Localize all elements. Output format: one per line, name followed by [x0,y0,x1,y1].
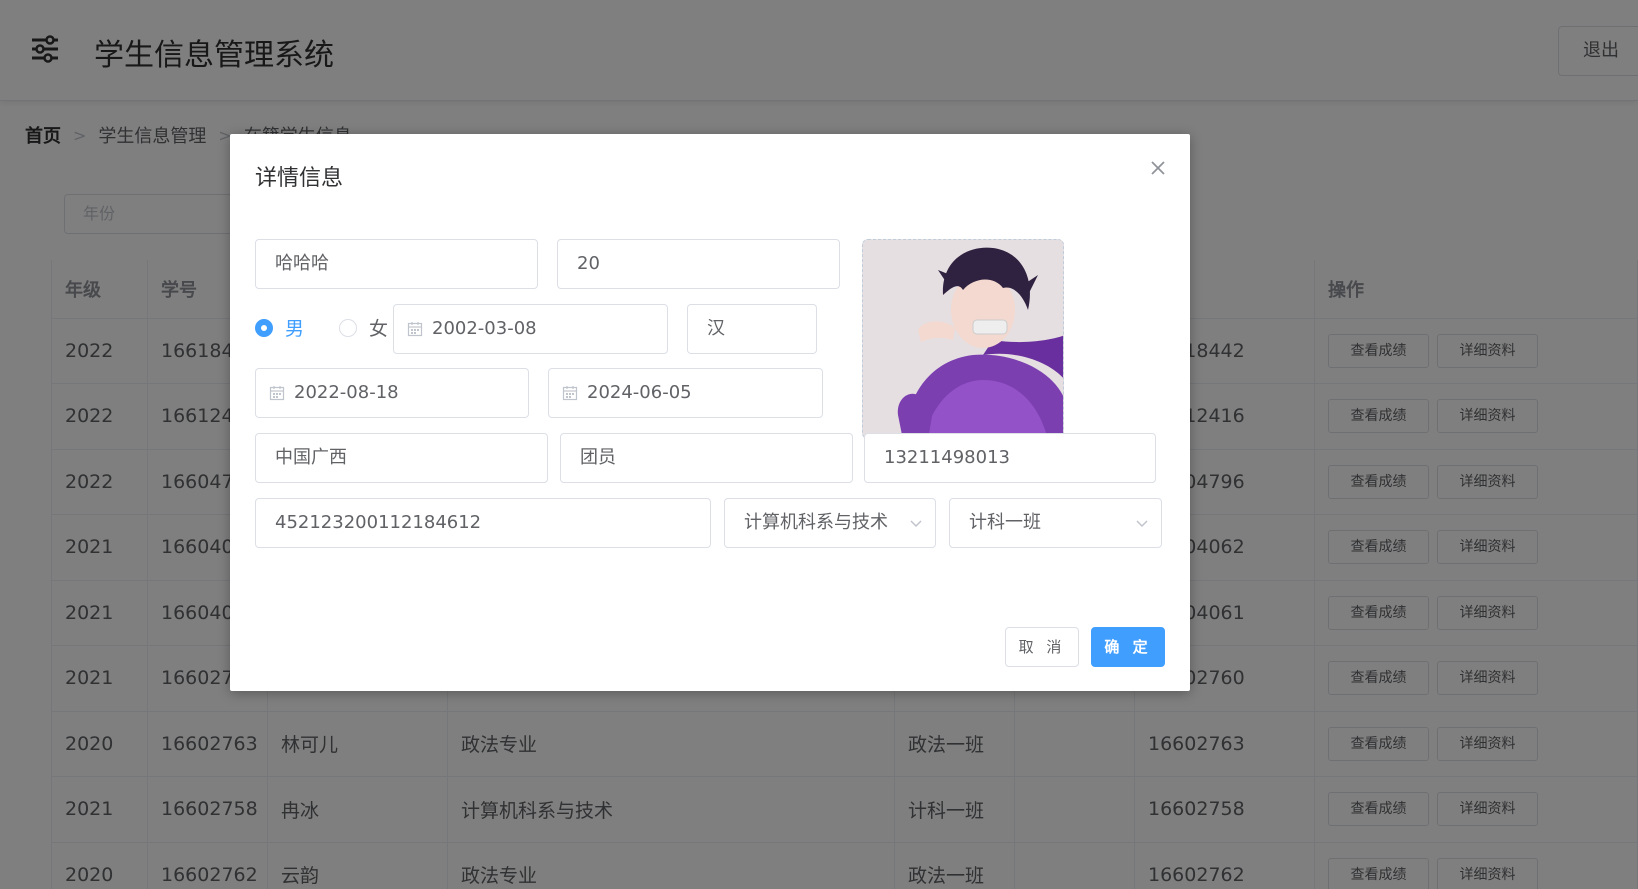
calendar-icon [269,386,285,401]
birth-date-picker[interactable]: 2002-03-08 [393,304,668,354]
radio-label-female: 女 [369,318,389,340]
chevron-down-icon [1136,520,1148,528]
enroll-date-value: 2022-08-18 [294,382,399,403]
origin-input[interactable]: 中国广西 [255,433,548,483]
detail-dialog: 详情信息 哈哈哈 20 男 女 2002-03-08 汉 2022-08-18 … [230,134,1190,691]
department-value: 计算机科系与技术 [744,512,888,533]
class-select[interactable]: 计科一班 [949,498,1162,548]
close-icon[interactable] [1146,156,1170,180]
calendar-icon [407,322,423,337]
ethnicity-input[interactable]: 汉 [687,304,817,354]
gender-radio-female[interactable]: 女 [339,314,388,341]
calendar-icon [562,386,578,401]
gender-radio-male[interactable]: 男 [255,314,304,341]
birth-date-value: 2002-03-08 [432,318,537,339]
radio-label-male: 男 [285,318,305,340]
chevron-down-icon [910,520,922,528]
avatar-image [863,240,1063,438]
age-input[interactable]: 20 [557,239,840,289]
class-value: 计科一班 [969,512,1041,533]
id-number-input[interactable]: 452123200112184612 [255,498,711,548]
enroll-date-picker[interactable]: 2022-08-18 [255,368,529,418]
political-status-input[interactable]: 团员 [560,433,853,483]
radio-unchecked-icon [339,318,357,337]
graduate-date-picker[interactable]: 2024-06-05 [548,368,823,418]
department-select[interactable]: 计算机科系与技术 [724,498,936,548]
radio-checked-icon [255,318,273,337]
avatar-upload[interactable] [862,239,1064,439]
confirm-button[interactable]: 确 定 [1091,627,1165,667]
name-input[interactable]: 哈哈哈 [255,239,538,289]
phone-input[interactable]: 13211498013 [864,433,1156,483]
cancel-button[interactable]: 取 消 [1005,627,1079,667]
graduate-date-value: 2024-06-05 [587,382,692,403]
dialog-title: 详情信息 [255,166,344,191]
